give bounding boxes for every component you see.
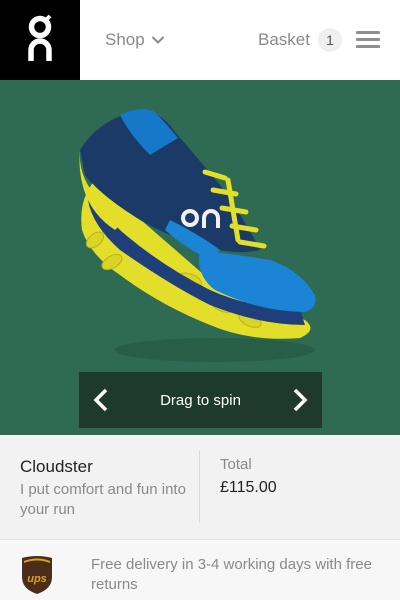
spin-left-button[interactable] [79,372,123,428]
svg-text:ups: ups [27,573,47,585]
product-tagline: I put comfort and fun into your run [20,481,186,518]
hamburger-menu-icon[interactable] [356,31,380,49]
basket-button[interactable]: Basket 1 [258,28,342,52]
chevron-right-icon [293,388,308,412]
ups-shield-icon: ups [22,556,52,594]
product-name: Cloudster [20,457,93,476]
chevron-left-icon [93,388,108,412]
on-logo[interactable] [0,0,80,80]
chevron-down-icon [151,36,164,44]
basket-label: Basket [258,30,310,49]
spin-label: Drag to spin [160,391,241,409]
on-logo-icon [28,14,52,61]
delivery-text: Free delivery in 3-4 working days with f… [91,556,372,593]
product-hero[interactable]: Drag to spin [0,80,400,435]
delivery-banner: ups Free delivery in 3-4 working days wi… [0,539,400,600]
spin-control[interactable]: Drag to spin [79,372,322,428]
product-price: £115.00 [220,479,277,496]
shop-label: Shop [105,30,145,49]
info-divider [199,451,200,523]
total-label: Total [220,456,252,473]
site-header: Shop Basket 1 [0,0,400,80]
spin-right-button[interactable] [278,372,322,428]
product-info: Cloudster I put comfort and fun into you… [0,435,400,539]
basket-count-badge: 1 [317,28,342,52]
shop-dropdown[interactable]: Shop [105,28,165,52]
